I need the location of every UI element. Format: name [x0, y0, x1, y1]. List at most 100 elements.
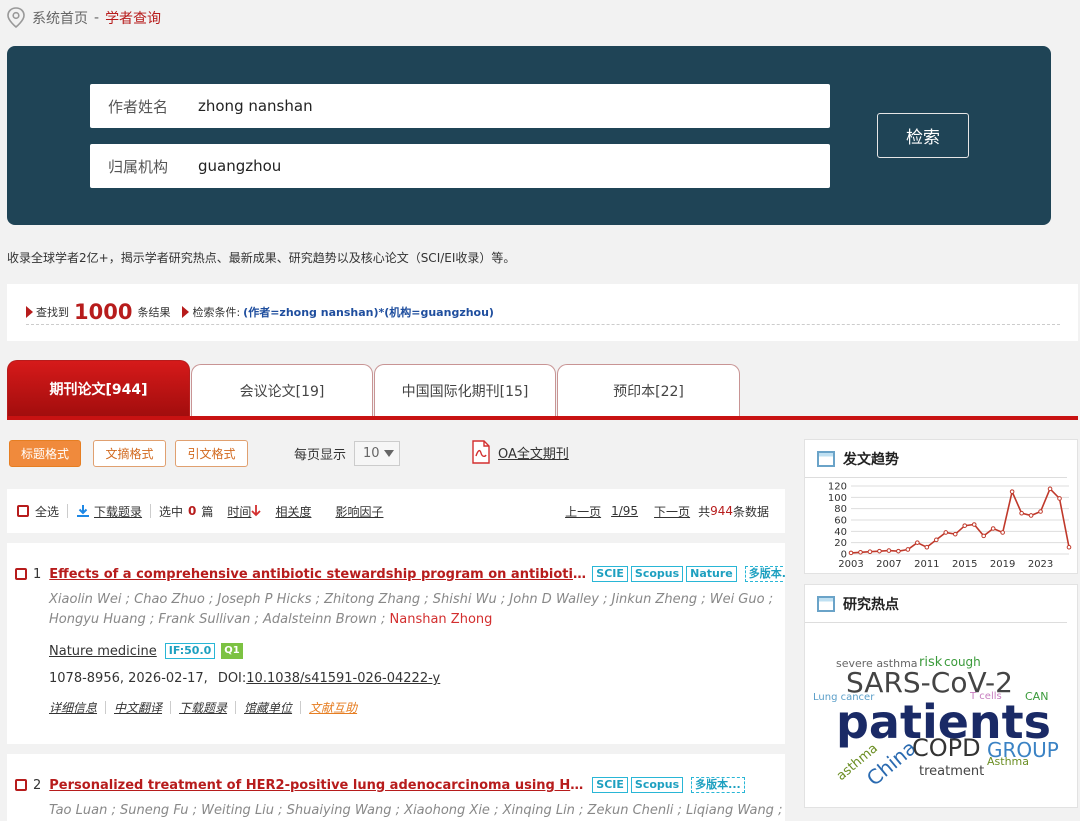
- abstract-format-button[interactable]: 文摘格式: [93, 440, 166, 467]
- selected-prefix: 选中: [159, 504, 184, 519]
- quartile-badge: Q1: [221, 643, 243, 659]
- page-indicator: 1/95: [611, 504, 639, 518]
- breadcrumb-current: 学者查询: [105, 11, 162, 27]
- per-page-label: 每页显示: [294, 448, 347, 463]
- tab-china-intl-journal[interactable]: 中国国际化期刊[15]: [374, 364, 556, 416]
- condition-label: 检索条件:: [192, 305, 241, 319]
- tab-journal[interactable]: 期刊论文[944]: [7, 360, 190, 417]
- select-all-checkbox[interactable]: [17, 505, 29, 517]
- record-number: 2: [33, 777, 42, 793]
- citation-format-button[interactable]: 引文格式: [175, 440, 248, 467]
- tab-preprint[interactable]: 预印本[22]: [557, 364, 740, 416]
- arrow-icon: [182, 305, 190, 318]
- record-checkbox[interactable]: [15, 779, 27, 791]
- hotspots-title: 研究热点: [843, 596, 899, 613]
- trend-point: [1028, 513, 1034, 518]
- x-tick-label: 2023: [1028, 559, 1053, 570]
- oa-journal-link[interactable]: OA全文期刊: [470, 440, 569, 464]
- trend-point: [990, 526, 996, 531]
- trend-point: [886, 548, 892, 553]
- chart-panel-icon: [817, 450, 835, 467]
- cloud-word[interactable]: Asthma: [987, 756, 1029, 767]
- hotspots-header: 研究热点: [805, 585, 1067, 623]
- pdf-icon: [472, 440, 490, 464]
- badge-scopus: Scopus: [630, 566, 684, 582]
- result-item: 2 Personalized treatment of HER2-positiv…: [7, 754, 785, 821]
- organization-input[interactable]: guangzhou: [198, 157, 281, 175]
- record-title[interactable]: Personalized treatment of HER2-positive …: [49, 778, 589, 793]
- prev-page-button[interactable]: 上一页: [565, 503, 601, 520]
- organization-field[interactable]: 归属机构 guangzhou: [90, 144, 830, 188]
- x-tick-label: 2015: [952, 559, 977, 570]
- search-panel: 作者姓名 zhong nanshan 归属机构 guangzhou 检索: [7, 46, 1051, 225]
- trend-title: 发文趋势: [843, 451, 899, 468]
- tab-conference[interactable]: 会议论文[19]: [191, 364, 373, 416]
- trend-point: [877, 548, 882, 554]
- trend-chart: 0204060801001202003 2007 2011 2015 2019 2023: [828, 482, 1072, 570]
- authors-list: Tao Luan ; Suneng Fu ; Weiting Liu ; Shu…: [49, 803, 785, 818]
- record-checkbox[interactable]: [15, 568, 27, 580]
- title-format-button[interactable]: 标题格式: [9, 440, 81, 467]
- record-pub-row: 1078-8956, 2026-02-17, DOI: 10.1038/s415…: [49, 671, 440, 686]
- trend-point: [1000, 530, 1005, 535]
- author-name-field[interactable]: 作者姓名 zhong nanshan: [90, 84, 830, 128]
- tab-bar: 期刊论文[944] 会议论文[19] 中国国际化期刊[15] 预印本[22]: [7, 360, 1078, 418]
- multi-version-link[interactable]: 多版本...: [744, 566, 785, 582]
- highlight-author[interactable]: Nanshan Zhong: [390, 612, 493, 627]
- multi-version-link[interactable]: 多版本...: [691, 777, 745, 793]
- breadcrumb-separator: -: [94, 10, 100, 26]
- result-summary: 查找到 1000 条结果 检索条件: (作者=zhong nanshan)*(机…: [7, 284, 1078, 341]
- trend-point: [1009, 489, 1015, 494]
- sort-by-relevance[interactable]: 相关度: [275, 503, 311, 520]
- arrow-down-icon: [251, 505, 262, 517]
- next-page-button[interactable]: 下一页: [654, 503, 690, 520]
- trend-point: [905, 547, 911, 552]
- total-prefix: 共: [698, 504, 711, 519]
- trend-point: [981, 533, 986, 539]
- record-title[interactable]: Effects of a comprehensive antibiotic st…: [49, 567, 589, 582]
- trend-point: [934, 537, 939, 543]
- y-tick-label: 40: [834, 527, 847, 538]
- translate-link[interactable]: 中文翻译: [114, 699, 162, 716]
- total-suffix: 条数据: [732, 504, 769, 519]
- library-holdings-link[interactable]: 馆藏单位: [244, 699, 292, 716]
- list-toolbar: 全选 下载题录 选中 0 篇 时间 相关度 影响因子 上一页 1/95 下一页 …: [7, 489, 785, 533]
- breadcrumb-home[interactable]: 系统首页: [32, 8, 88, 28]
- selected-count: 0: [188, 504, 197, 518]
- badge-scie: SCIE: [592, 777, 628, 793]
- trend-point: [867, 549, 873, 555]
- intro-text: 收录全球学者2亿+，揭示学者研究热点、最新成果、研究趋势以及核心论文（SCI/E…: [7, 251, 516, 265]
- x-tick-label: 2019: [990, 559, 1015, 570]
- badge-nature: Nature: [686, 566, 737, 582]
- document-help-link[interactable]: 文献互助: [309, 699, 357, 716]
- cloud-word[interactable]: treatment: [919, 765, 984, 778]
- journal-name[interactable]: Nature medicine: [49, 644, 157, 659]
- download-icon: [77, 505, 90, 517]
- selected-suffix: 篇: [201, 504, 214, 519]
- condition-value: (作者=zhong nanshan)*(机构=guangzhou): [243, 305, 494, 319]
- trend-point: [1066, 544, 1072, 550]
- download-records-button[interactable]: 下载题录: [94, 503, 142, 520]
- record-authors: Xiaolin Wei ; Chao Zhuo ; Joseph P Hicks…: [49, 590, 785, 630]
- record-number: 1: [33, 566, 42, 582]
- pub-info: 1078-8956, 2026-02-17,: [49, 671, 208, 686]
- detail-link[interactable]: 详细信息: [49, 699, 97, 716]
- y-tick-label: 100: [828, 493, 847, 504]
- doi-label: DOI:: [217, 671, 247, 686]
- y-tick-label: 20: [834, 538, 847, 549]
- found-prefix: 查找到: [36, 305, 69, 319]
- search-button[interactable]: 检索: [877, 113, 969, 158]
- sort-by-time[interactable]: 时间: [227, 503, 251, 520]
- total-count: 944: [710, 504, 733, 518]
- sort-by-impact-factor[interactable]: 影响因子: [335, 503, 383, 520]
- trend-point: [848, 550, 854, 556]
- cloud-word[interactable]: COPD: [912, 736, 981, 760]
- result-item: 1 Effects of a comprehensive antibiotic …: [7, 543, 785, 744]
- download-record-link[interactable]: 下载题录: [179, 699, 227, 716]
- cloud-panel-icon: [817, 595, 835, 612]
- per-page-select[interactable]: 10: [354, 441, 401, 466]
- tab-underline: [7, 416, 1078, 420]
- author-name-label: 作者姓名: [108, 97, 169, 116]
- author-name-input[interactable]: zhong nanshan: [198, 97, 313, 115]
- doi-link[interactable]: 10.1038/s41591-026-04222-y: [246, 671, 440, 686]
